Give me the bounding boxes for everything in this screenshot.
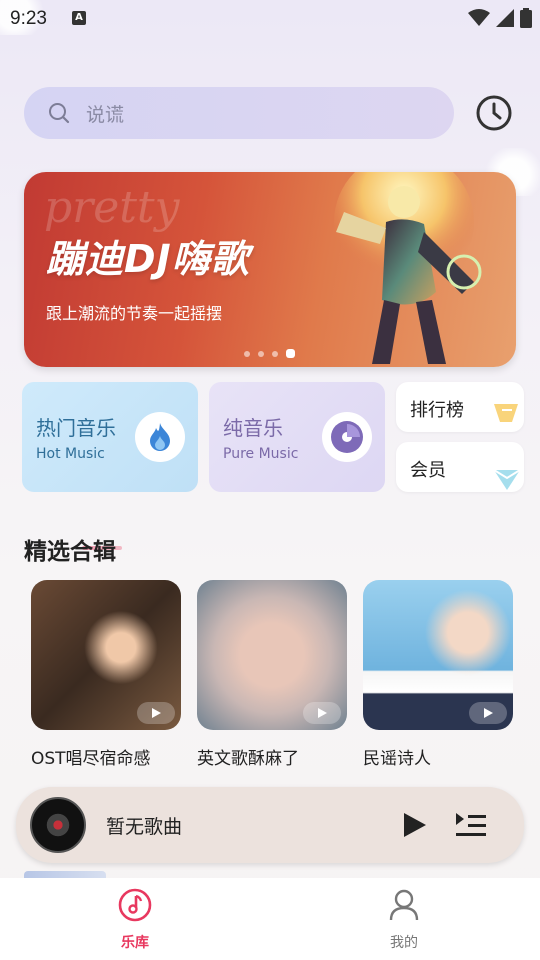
music-disc-icon: [331, 421, 363, 453]
ranking-title: 排行榜: [410, 400, 464, 421]
pure-music-subtitle: Pure Music: [223, 446, 299, 462]
accessibility-icon: A: [72, 11, 86, 25]
signal-icon: [496, 9, 514, 27]
album-cover-image: [363, 580, 513, 730]
search-placeholder: 说谎: [86, 103, 125, 126]
banner-decor-text: pretty: [44, 182, 180, 233]
disc-icon-wrap: [322, 412, 372, 462]
bottom-tab-bar: 乐库 我的: [0, 878, 540, 960]
featured-section-title: 精选合辑: [24, 532, 122, 566]
tab-label: 我的: [390, 935, 418, 951]
play-icon-wrap[interactable]: [303, 702, 341, 724]
album-name: OST唱尽宿命感: [31, 749, 151, 769]
flame-icon: [150, 423, 170, 451]
featured-title-text: 精选合辑: [24, 539, 116, 565]
vip-card[interactable]: 会员: [396, 442, 524, 492]
play-icon: [152, 708, 161, 718]
play-icon-wrap[interactable]: [137, 702, 175, 724]
music-note-icon: [118, 888, 152, 922]
banner-pagination: [244, 349, 295, 358]
page-dot: [272, 350, 278, 357]
hot-music-card[interactable]: 热门音乐 Hot Music: [22, 382, 198, 492]
play-button[interactable]: [398, 809, 430, 841]
play-icon: [318, 708, 327, 718]
album-name: 英文歌酥麻了: [197, 749, 299, 769]
ranking-card[interactable]: 排行榜: [396, 382, 524, 432]
tab-library[interactable]: 乐库: [105, 888, 165, 952]
album-cover-image: [31, 580, 181, 730]
album-cover-image: [197, 580, 347, 730]
promo-banner[interactable]: pretty 蹦迪DJ嗨歌 跟上潮流的节奏一起摇摆: [24, 172, 516, 367]
play-icon-wrap[interactable]: [469, 702, 507, 724]
current-song-title: 暂无歌曲: [106, 816, 183, 838]
album-card[interactable]: 英文歌酥麻了: [197, 580, 347, 769]
wifi-icon: [468, 9, 490, 26]
page-dot: [258, 350, 264, 357]
album-card[interactable]: 民谣诗人: [363, 580, 513, 769]
vip-title: 会员: [410, 460, 446, 481]
tab-mine[interactable]: 我的: [374, 888, 434, 952]
status-icons: [468, 8, 532, 28]
battery-icon: [520, 8, 532, 28]
album-name: 民谣诗人: [363, 749, 431, 769]
diamond-icon: [493, 469, 521, 490]
status-time: 9:23: [10, 8, 47, 29]
banner-subtitle: 跟上潮流的节奏一起摇摆: [46, 304, 223, 323]
hot-music-subtitle: Hot Music: [36, 446, 105, 462]
tab-label: 乐库: [121, 935, 149, 951]
history-clock-icon[interactable]: [475, 94, 513, 132]
vinyl-disc-icon: [30, 797, 86, 853]
flame-icon-wrap: [135, 412, 185, 462]
search-bar[interactable]: 说谎: [24, 87, 454, 139]
status-bar: 9:23 A: [0, 0, 540, 36]
hot-music-title: 热门音乐: [36, 416, 116, 440]
user-icon: [389, 889, 419, 921]
playlist-icon[interactable]: [454, 809, 488, 841]
trophy-icon: [494, 404, 518, 422]
mini-player[interactable]: 暂无歌曲: [16, 787, 524, 863]
page-dot: [244, 350, 250, 357]
search-icon: [49, 103, 70, 124]
pure-music-title: 纯音乐: [223, 416, 283, 440]
banner-title: 蹦迪DJ嗨歌: [46, 237, 250, 281]
pure-music-card[interactable]: 纯音乐 Pure Music: [209, 382, 385, 492]
play-icon: [484, 708, 493, 718]
banner-dancer-illustration: [334, 172, 482, 364]
page-dot-active: [286, 349, 295, 358]
album-card[interactable]: OST唱尽宿命感: [31, 580, 181, 769]
